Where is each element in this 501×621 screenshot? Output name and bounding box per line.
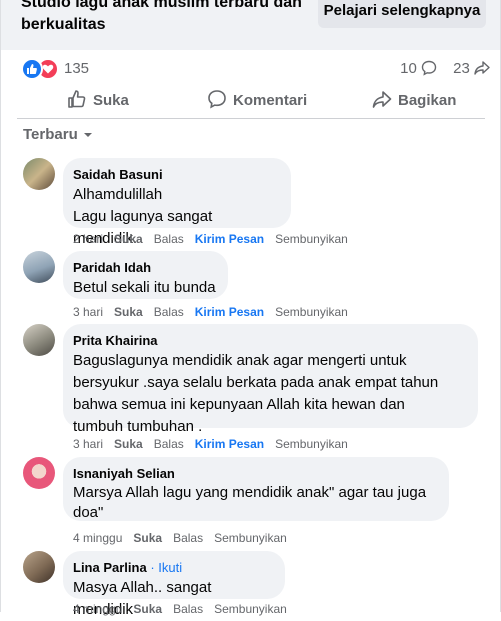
comment-meta: 3 hari Suka Balas Kirim Pesan Sembunyikan: [73, 305, 359, 319]
sort-label: Terbaru: [23, 126, 78, 143]
like-reaction-icon: [21, 58, 43, 80]
share-button[interactable]: Bagikan: [372, 86, 456, 116]
comments-count[interactable]: 10: [400, 60, 417, 77]
comment-author[interactable]: Isnaniyah Selian: [73, 465, 437, 482]
avatar[interactable]: [23, 251, 55, 283]
comment-like-link[interactable]: Suka: [114, 232, 143, 246]
share-icon: [474, 61, 490, 75]
follow-link[interactable]: · Ikuti: [150, 560, 182, 575]
reaction-count[interactable]: 135: [64, 60, 89, 77]
comment-bubble: Isnaniyah Selian Marsya Allah lagu yang …: [63, 457, 449, 521]
comment-author[interactable]: Lina Parlina: [73, 560, 147, 575]
avatar[interactable]: [23, 324, 55, 356]
ad-banner: Studio lagu anak muslim terbaru dan berk…: [1, 0, 500, 50]
comment-reply-link[interactable]: Balas: [173, 602, 203, 616]
share-button-label: Bagikan: [398, 92, 457, 109]
share-arrow-icon: [372, 91, 392, 108]
comment-time[interactable]: 2 hari: [73, 232, 103, 246]
hide-comment-link[interactable]: Sembunyikan: [275, 305, 348, 319]
comment-like-link[interactable]: Suka: [114, 437, 143, 451]
banner-title: Studio lagu anak muslim terbaru dan berk…: [21, 0, 302, 33]
avatar[interactable]: [23, 457, 55, 489]
post-page: Studio lagu anak muslim terbaru dan berk…: [0, 0, 501, 618]
comment-meta: 4 minggu Suka Balas Sembunyikan: [73, 531, 298, 545]
thumbs-up-icon: [68, 90, 86, 108]
like-button-label: Suka: [93, 92, 129, 109]
avatar[interactable]: [23, 551, 55, 583]
comment-author[interactable]: Saidah Basuni: [73, 166, 279, 183]
post-stats: 10 23: [400, 59, 490, 77]
divider: [17, 118, 485, 119]
comment-reply-link[interactable]: Balas: [173, 531, 203, 545]
comment-reply-link[interactable]: Balas: [154, 305, 184, 319]
comment-like-link[interactable]: Suka: [114, 305, 143, 319]
comment-icon: [421, 60, 437, 76]
comment-time[interactable]: 3 hari: [73, 305, 103, 319]
comment-like-link[interactable]: Suka: [133, 602, 162, 616]
comment-button[interactable]: Komentari: [207, 86, 307, 116]
comment-bubble: Prita Khairina Baguslagunya mendidik ana…: [63, 324, 478, 435]
send-message-link[interactable]: Kirim Pesan: [195, 305, 264, 319]
comment-bubble: Lina Parlina · Ikuti Masya Allah.. sanga…: [63, 551, 285, 618]
comment-reply-link[interactable]: Balas: [154, 232, 184, 246]
send-message-link[interactable]: Kirim Pesan: [195, 437, 264, 451]
hide-comment-link[interactable]: Sembunyikan: [275, 437, 348, 451]
chevron-down-icon: [83, 133, 92, 138]
shares-count[interactable]: 23: [453, 60, 470, 77]
comment-meta: 2 hari Suka Balas Kirim Pesan Sembunyikan: [73, 232, 359, 246]
comment-reply-link[interactable]: Balas: [154, 437, 184, 451]
comment-text: Betul sekali itu bunda: [73, 279, 216, 296]
comment-time[interactable]: 3 hari: [73, 437, 103, 451]
learn-more-button[interactable]: Pelajari selengkapnya: [318, 0, 486, 28]
avatar[interactable]: [23, 158, 55, 190]
comment-button-label: Komentari: [233, 92, 308, 109]
comment-author[interactable]: Prita Khairina: [73, 332, 466, 349]
comment-time[interactable]: 4 minggu: [73, 531, 122, 545]
post-action-bar: Suka Komentari Bagikan: [17, 86, 485, 116]
comment-text: Baguslagunya mendidik anak agar mengerti…: [73, 352, 439, 435]
comment-text: Marsya Allah lagu yang mendidik anak" ag…: [73, 484, 427, 521]
comment-meta: 4 minggu Suka Balas Sembunyikan: [73, 602, 298, 616]
comment-bubble: Saidah Basuni Alhamdulillah Lagu lagunya…: [63, 158, 291, 247]
comment-author[interactable]: Paridah Idah: [73, 259, 216, 276]
comment-sort-dropdown[interactable]: Terbaru: [23, 126, 94, 143]
hide-comment-link[interactable]: Sembunyikan: [214, 531, 287, 545]
like-button[interactable]: Suka: [67, 86, 129, 116]
comment-time[interactable]: 4 minggu: [73, 602, 122, 616]
comment-author-line: Lina Parlina · Ikuti: [73, 559, 273, 576]
comment-like-link[interactable]: Suka: [133, 531, 162, 545]
comment-bubble-icon: [208, 90, 226, 109]
hide-comment-link[interactable]: Sembunyikan: [275, 232, 348, 246]
comment-meta: 3 hari Suka Balas Kirim Pesan Sembunyikan: [73, 437, 359, 451]
hide-comment-link[interactable]: Sembunyikan: [214, 602, 287, 616]
comment-bubble: Paridah Idah Betul sekali itu bunda: [63, 251, 228, 299]
send-message-link[interactable]: Kirim Pesan: [195, 232, 264, 246]
